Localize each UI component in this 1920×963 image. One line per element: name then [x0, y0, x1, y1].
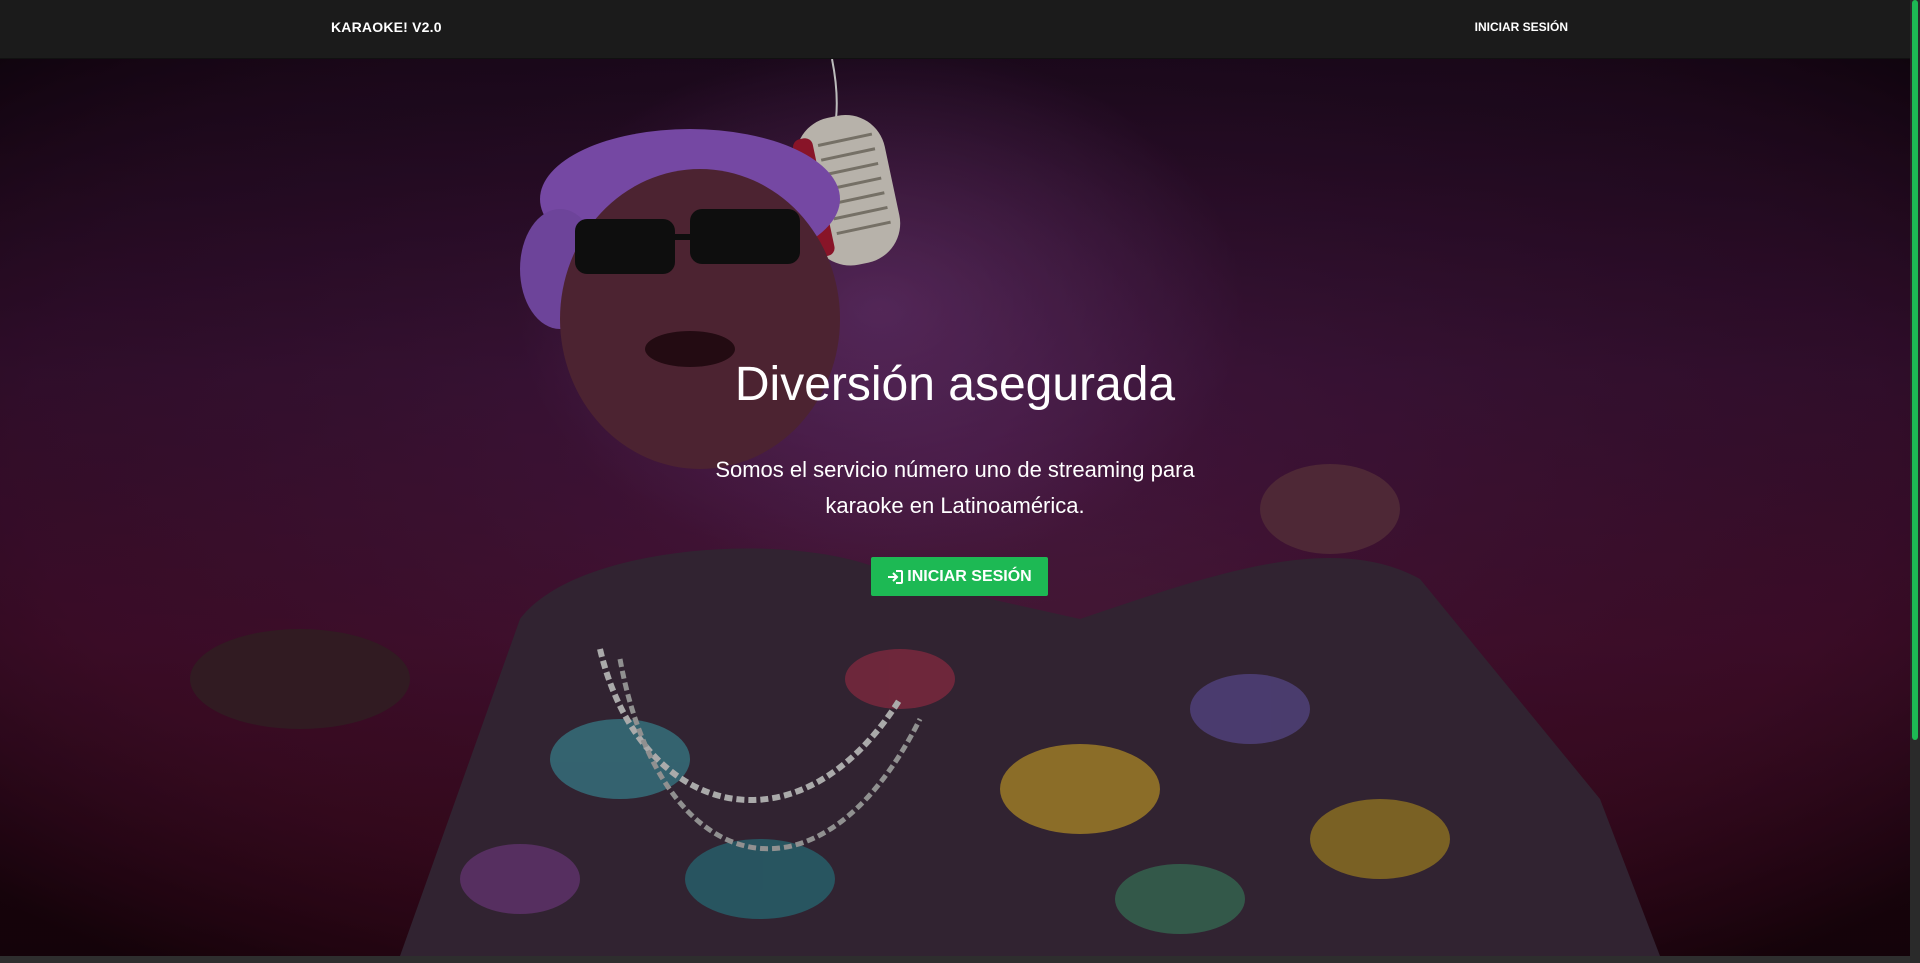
scrollbar-thumb[interactable] [1912, 0, 1918, 740]
sign-in-icon [888, 569, 904, 584]
hero-login-button-label: INICIAR SESIÓN [907, 567, 1032, 585]
vertical-scrollbar[interactable] [1910, 0, 1920, 963]
bottom-strip [0, 956, 1910, 963]
hero-section: Diversión asegurada Somos el servicio nú… [0, 59, 1910, 956]
hero-title: Diversión asegurada [734, 358, 1176, 411]
page: KARAOKE! V2.0 INICIAR SESIÓN Diversión a… [0, 0, 1920, 963]
top-navbar: KARAOKE! V2.0 INICIAR SESIÓN [0, 0, 1910, 59]
hero-description: Somos el servicio número uno de streamin… [715, 457, 1195, 518]
nav-login-link[interactable]: INICIAR SESIÓN [1475, 20, 1568, 34]
hero-content: Diversión asegurada Somos el servicio nú… [0, 59, 1910, 956]
brand-logo-link[interactable]: KARAOKE! V2.0 [331, 19, 442, 35]
hero-login-button[interactable]: INICIAR SESIÓN [871, 557, 1048, 596]
